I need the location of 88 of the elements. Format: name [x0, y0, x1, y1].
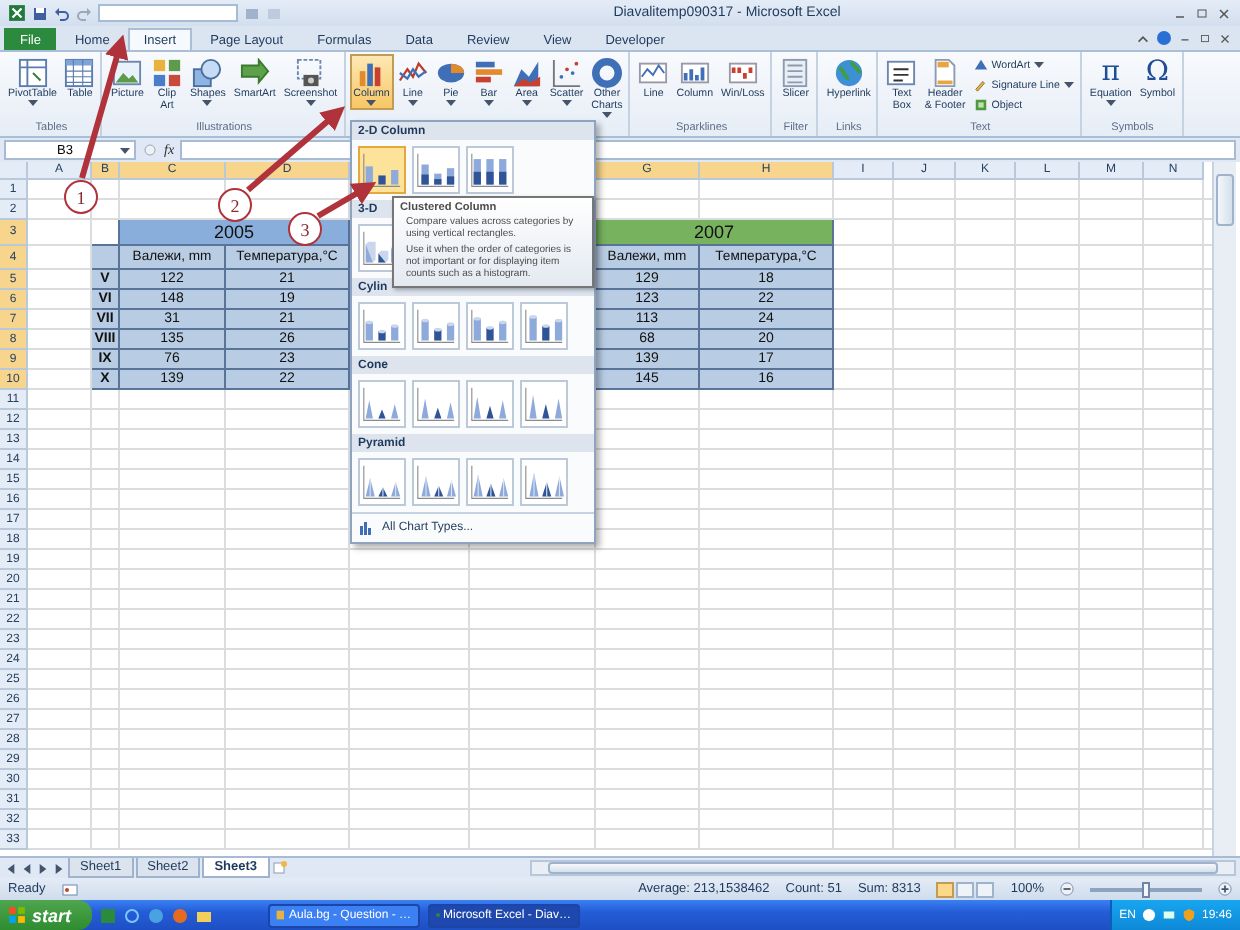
chart-type-option[interactable]: [358, 146, 406, 194]
cylinder-chart-icon: [362, 306, 402, 346]
chart-type-option[interactable]: [466, 458, 514, 506]
signature-icon: [973, 78, 988, 92]
cylinder-chart-icon: [524, 306, 564, 346]
donut-chart-icon: [591, 58, 622, 88]
scatter-chart-icon: [551, 58, 582, 88]
clip-art-icon: [151, 58, 182, 88]
last-sheet-button[interactable]: [52, 863, 66, 873]
slicer-icon: [780, 58, 811, 88]
save-icon: [32, 5, 48, 21]
close-icon: [1216, 5, 1232, 21]
table-cell: 2007: [596, 220, 834, 246]
chart-type-option[interactable]: [412, 458, 460, 506]
column-chart-icon: [416, 150, 456, 190]
win-loss-icon: [727, 58, 758, 88]
smartart-icon: [239, 58, 270, 88]
cone-chart-icon: [470, 384, 510, 424]
pyramid-chart-icon: [416, 462, 456, 502]
text-box-icon: [886, 58, 917, 88]
area-chart-icon: [511, 58, 542, 88]
help-icon: [1156, 30, 1172, 46]
zoom-slider-thumb[interactable]: [1142, 881, 1150, 897]
chart-type-option[interactable]: [520, 458, 568, 506]
excel-logo-icon: [8, 4, 26, 22]
object-icon: [973, 98, 988, 112]
column-chart-icon: [470, 150, 510, 190]
horizontal-scrollbar[interactable]: [529, 860, 1236, 876]
first-sheet-button[interactable]: [4, 863, 18, 873]
column-chart-icon: [358, 520, 374, 536]
wordart-icon: [973, 58, 988, 72]
zoom-in-icon: [1218, 882, 1232, 896]
pyramid-chart-icon: [524, 462, 564, 502]
table-grid-icon: [64, 58, 95, 88]
grip-icon: [142, 142, 158, 158]
next-sheet-button[interactable]: [36, 863, 50, 873]
chart-type-option[interactable]: [412, 380, 460, 428]
picture-icon: [112, 58, 143, 88]
insert-sheet-icon: [271, 860, 288, 876]
chart-type-option[interactable]: [412, 302, 460, 350]
pyramid-chart-icon: [362, 462, 402, 502]
pivot-table-icon: [17, 58, 48, 88]
view-button[interactable]: [956, 881, 975, 897]
quick-access-field[interactable]: [98, 4, 238, 22]
chart-type-option[interactable]: [358, 302, 406, 350]
pie-chart-icon: [435, 58, 466, 88]
cone-chart-icon: [524, 384, 564, 424]
pyramid-chart-icon: [470, 462, 510, 502]
previous-sheet-button[interactable]: [20, 863, 34, 873]
browser-icon: [123, 907, 140, 923]
screenshot-icon: [295, 58, 326, 88]
undo-icon: [54, 5, 70, 21]
start-button[interactable]: start: [0, 900, 92, 930]
chart-type-option[interactable]: [520, 380, 568, 428]
chart-type-option[interactable]: [520, 302, 568, 350]
chart-type-option[interactable]: [412, 146, 460, 194]
page-icon: [930, 58, 961, 88]
cylinder-chart-icon: [416, 306, 456, 346]
close-icon: [1218, 31, 1232, 45]
chart-type-option[interactable]: [358, 380, 406, 428]
bar-chart-icon: [473, 58, 504, 88]
cylinder-chart-icon: [470, 306, 510, 346]
windows-flag-icon: [8, 906, 26, 924]
view-button[interactable]: [936, 881, 955, 897]
zoom-out-icon: [1060, 882, 1074, 896]
help-icon: [1141, 908, 1156, 922]
cone-chart-icon: [362, 384, 402, 424]
chart-type-option[interactable]: [466, 380, 514, 428]
view-button[interactable]: [976, 881, 995, 897]
shapes-icon: [192, 58, 223, 88]
shield-icon: [1181, 908, 1196, 922]
chart-type-option[interactable]: [466, 302, 514, 350]
vertical-scrollbar[interactable]: [1212, 162, 1236, 856]
chart-type-option[interactable]: [358, 458, 406, 506]
caret-icon: [120, 147, 130, 153]
mini-column-chart-icon: [679, 58, 710, 88]
browser-icon: [171, 907, 188, 923]
chart-type-option[interactable]: [466, 146, 514, 194]
spreadsheet-icon: [99, 907, 116, 923]
macro-record-icon: [61, 881, 78, 897]
app-icon: [275, 908, 285, 922]
redo-icon: [76, 5, 92, 21]
cone-chart-icon: [416, 384, 456, 424]
column-chart-icon: [362, 150, 402, 190]
collapse-ribbon-icon: [1136, 31, 1150, 45]
table-cell: [92, 246, 120, 270]
sparkline-icon: [638, 58, 669, 88]
folder-icon: [195, 907, 212, 923]
